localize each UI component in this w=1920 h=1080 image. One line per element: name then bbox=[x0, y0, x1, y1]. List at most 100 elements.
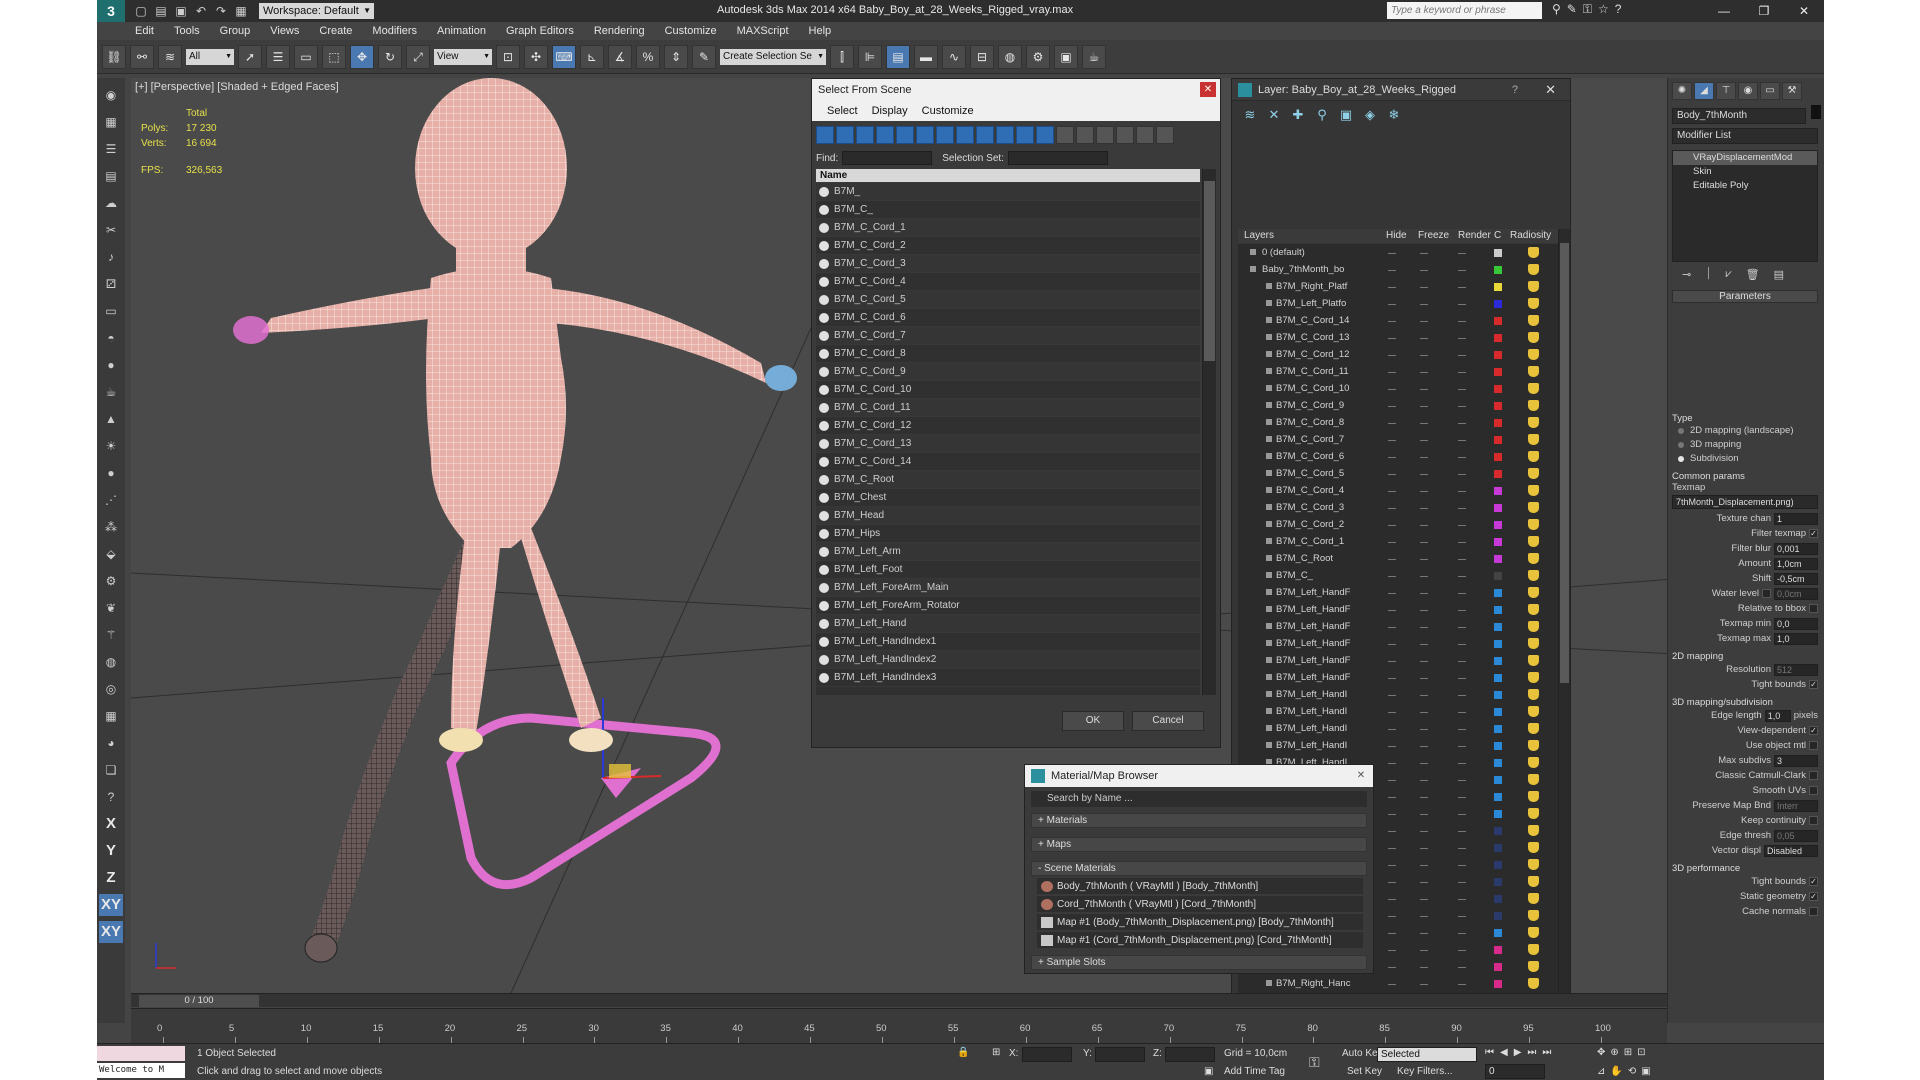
layer-freeze-toggle[interactable] bbox=[1420, 848, 1428, 849]
layer-render-toggle[interactable] bbox=[1458, 848, 1466, 849]
edit-named-sets-icon[interactable]: ✎ bbox=[692, 44, 716, 69]
layer-color-swatch[interactable] bbox=[1494, 878, 1502, 886]
layer-delete-icon[interactable]: ✕ bbox=[1266, 107, 1282, 123]
bind-space-warp-icon[interactable]: ≋ bbox=[158, 44, 182, 69]
create-tab-icon[interactable]: ✺ bbox=[1672, 82, 1692, 100]
keep-continuity-checkbox[interactable] bbox=[1809, 816, 1818, 825]
layer-freeze-toggle[interactable] bbox=[1420, 950, 1428, 951]
layer-freeze-toggle[interactable] bbox=[1420, 372, 1428, 373]
tools-icon[interactable]: ✎ bbox=[1567, 2, 1577, 17]
layer-manager-icon[interactable]: ▤ bbox=[886, 44, 910, 69]
layer-freeze-toggle[interactable] bbox=[1420, 712, 1428, 713]
radiosity-icon[interactable] bbox=[1528, 842, 1539, 853]
layer-hide-toggle[interactable] bbox=[1388, 814, 1396, 815]
layer-color-swatch[interactable] bbox=[1494, 861, 1502, 869]
menu-maxscript[interactable]: MAXScript bbox=[727, 25, 799, 37]
scene-object-row[interactable]: B7M_Left_ForeArm_Rotator bbox=[816, 597, 1200, 615]
set-key-button[interactable]: Set Key bbox=[1347, 1066, 1382, 1077]
layer-color-swatch[interactable] bbox=[1494, 827, 1502, 835]
filter-lights-icon[interactable] bbox=[856, 126, 874, 144]
box-icon[interactable]: ▭ bbox=[100, 300, 122, 322]
filter-shapes-icon[interactable] bbox=[836, 126, 854, 144]
layer-select-icon[interactable]: ⚲ bbox=[1314, 107, 1330, 123]
layer-row[interactable]: B7M_C_Cord_8 bbox=[1238, 414, 1558, 431]
radiosity-icon[interactable] bbox=[1528, 349, 1539, 360]
current-frame-field[interactable]: 0 bbox=[1485, 1064, 1545, 1079]
scene-object-row[interactable]: B7M_C_Root bbox=[816, 471, 1200, 489]
layer-color-swatch[interactable] bbox=[1494, 453, 1502, 461]
layer-freeze-toggle[interactable] bbox=[1420, 763, 1428, 764]
radiosity-icon[interactable] bbox=[1528, 910, 1539, 921]
filter-cameras-icon[interactable] bbox=[876, 126, 894, 144]
radiosity-icon[interactable] bbox=[1528, 927, 1539, 938]
object-name-field[interactable]: Body_7thMonth bbox=[1672, 108, 1806, 124]
scissors-icon[interactable]: ✂ bbox=[100, 219, 122, 241]
layer-hide-toggle[interactable] bbox=[1388, 661, 1396, 662]
sfs-menu-display[interactable]: Display bbox=[865, 101, 915, 121]
mb-item-cord-material[interactable]: Cord_7thMonth ( VRayMtl ) [Cord_7thMonth… bbox=[1037, 896, 1363, 913]
select-move-icon[interactable]: ✥ bbox=[350, 44, 374, 69]
layer-color-swatch[interactable] bbox=[1494, 351, 1502, 359]
layer-freeze-toggle[interactable] bbox=[1420, 627, 1428, 628]
layer-freeze-toggle[interactable] bbox=[1420, 304, 1428, 305]
layer-freeze-toggle[interactable] bbox=[1420, 899, 1428, 900]
light-bulb-icon[interactable]: ● bbox=[100, 462, 122, 484]
layer-color-swatch[interactable] bbox=[1494, 657, 1502, 665]
layer-color-swatch[interactable] bbox=[1494, 742, 1502, 750]
scene-object-row[interactable]: B7M_C_Cord_14 bbox=[816, 453, 1200, 471]
layer-hide-toggle[interactable] bbox=[1388, 865, 1396, 866]
edge-length-spinner[interactable]: 1,0 bbox=[1764, 709, 1791, 722]
dice-icon[interactable]: ⚂ bbox=[100, 273, 122, 295]
preserve-map-dropdown[interactable]: Interr bbox=[1774, 799, 1818, 812]
layer-hide-toggle[interactable] bbox=[1388, 916, 1396, 917]
scene-object-row[interactable]: B7M_C_Cord_5 bbox=[816, 291, 1200, 309]
col-hide[interactable]: Hide bbox=[1386, 230, 1407, 241]
layer-render-toggle[interactable] bbox=[1458, 576, 1466, 577]
mb-section-sample-slots[interactable]: + Sample Slots bbox=[1031, 955, 1367, 970]
layer-row[interactable]: B7M_Right_Platf bbox=[1238, 278, 1558, 295]
layer-freeze-toggle[interactable] bbox=[1420, 780, 1428, 781]
key-icon[interactable]: ⚿ bbox=[1583, 2, 1592, 17]
track-bar[interactable]: 0 5 10 15 20 25 30 35 40 45 50 55 60 65 70 75 80 85 90 95 10… bbox=[131, 1008, 1667, 1044]
select-manipulate-icon[interactable]: ✣ bbox=[524, 44, 548, 69]
scene-object-row[interactable]: B7M_Left_HandIndex2 bbox=[816, 651, 1200, 669]
layer-freeze-toggle[interactable] bbox=[1420, 729, 1428, 730]
key-mode-icon[interactable]: ⚿ bbox=[1309, 1054, 1320, 1071]
scene-object-row[interactable]: B7M_C_Cord_10 bbox=[816, 381, 1200, 399]
sfs-object-list[interactable]: B7M_ B7M_C_ B7M_C_Cord_1 B7M_C_Cord_2 B7M_C_… bbox=[816, 183, 1200, 695]
layer-row[interactable]: B7M_C_Cord_7 bbox=[1238, 431, 1558, 448]
perspective-viewport[interactable]: [+] [Perspective] [Shaded + Edged Faces]… bbox=[131, 78, 1751, 993]
particles-icon[interactable]: ⁂ bbox=[100, 516, 122, 538]
layer-color-swatch[interactable] bbox=[1494, 912, 1502, 920]
layer-row[interactable]: B7M_C_Cord_6 bbox=[1238, 448, 1558, 465]
layer-hide-toggle[interactable] bbox=[1388, 406, 1396, 407]
layer-render-toggle[interactable] bbox=[1458, 916, 1466, 917]
radiosity-icon[interactable] bbox=[1528, 485, 1539, 496]
close-icon[interactable]: ✕ bbox=[1784, 0, 1824, 22]
layer-render-toggle[interactable] bbox=[1458, 763, 1466, 764]
layer-row[interactable]: 0 (default) bbox=[1238, 244, 1558, 261]
mb-search-input[interactable]: Search by Name ... bbox=[1031, 791, 1367, 807]
layer-row[interactable]: B7M_Left_HandI bbox=[1238, 686, 1558, 703]
radiosity-icon[interactable] bbox=[1528, 298, 1539, 309]
layer-color-swatch[interactable] bbox=[1494, 402, 1502, 410]
radiosity-icon[interactable] bbox=[1528, 655, 1539, 666]
water-level-spinner[interactable]: 0,0cm bbox=[1774, 587, 1818, 600]
layer-row[interactable]: B7M_Right_Hanc bbox=[1238, 975, 1558, 992]
layer-render-toggle[interactable] bbox=[1458, 729, 1466, 730]
axis-z-icon[interactable]: Z bbox=[99, 867, 123, 889]
type-2d-mapping-radio[interactable]: 2D mapping (landscape) bbox=[1672, 424, 1818, 438]
select-by-name-icon[interactable]: ☰ bbox=[266, 44, 290, 69]
redo-icon[interactable]: ↷ bbox=[213, 3, 229, 19]
dome-icon[interactable]: ◓ bbox=[100, 327, 122, 349]
camera-icon[interactable]: ◉ bbox=[100, 84, 122, 106]
layer-hide-toggle[interactable] bbox=[1388, 678, 1396, 679]
layer-render-toggle[interactable] bbox=[1458, 491, 1466, 492]
radiosity-icon[interactable] bbox=[1528, 366, 1539, 377]
texmap-button[interactable]: 7thMonth_Displacement.png) bbox=[1672, 495, 1818, 509]
maxscript-prompt[interactable]: Welcome to M bbox=[97, 1063, 185, 1078]
layer-render-toggle[interactable] bbox=[1458, 644, 1466, 645]
layer-freeze-toggle[interactable] bbox=[1420, 474, 1428, 475]
display-tab-icon[interactable]: ▭ bbox=[1760, 82, 1780, 100]
snaps-toggle-icon[interactable]: ⊾ bbox=[580, 44, 604, 69]
